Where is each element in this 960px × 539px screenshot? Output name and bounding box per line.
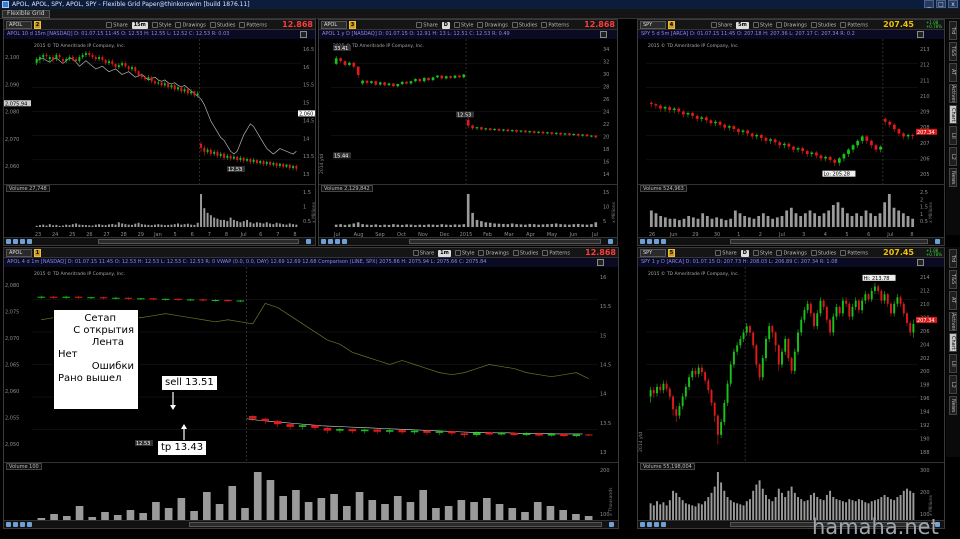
annotation-arrows (170, 392, 187, 440)
watermark: hamaha.net (812, 515, 939, 539)
sell-arrow-head (170, 405, 176, 410)
tp-arrow-head (181, 424, 187, 429)
